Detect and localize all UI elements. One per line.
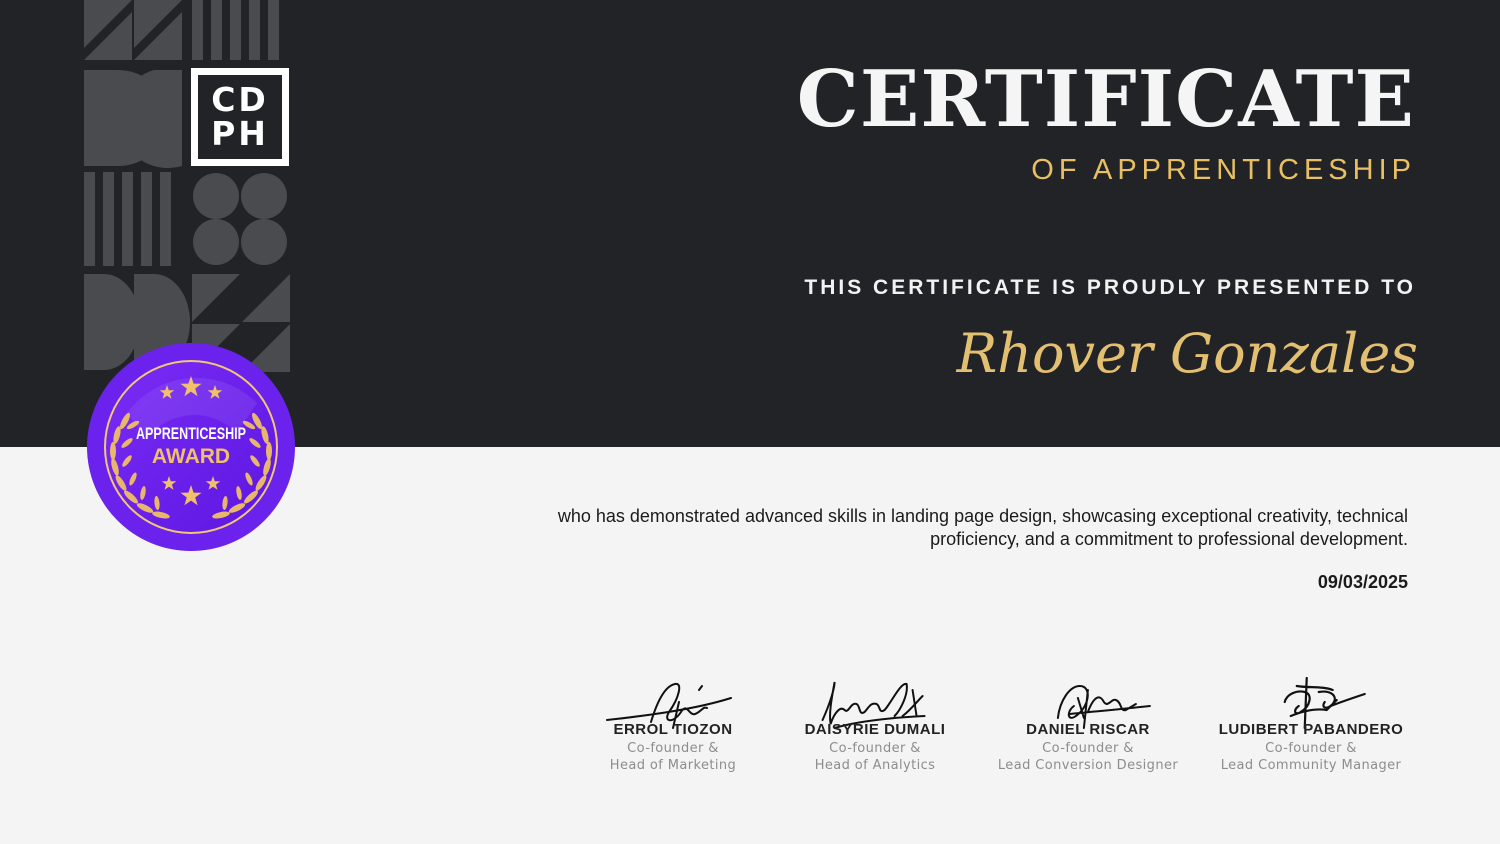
signatory-name: ERROL TIOZON <box>613 721 733 738</box>
certificate-title: CERTIFICATE <box>796 54 1415 145</box>
signatory-3: DANIEL RISCAR Co-founder & Lead Conversi… <box>998 672 1178 774</box>
achievement-description: who has demonstrated advanced skills in … <box>557 506 1408 549</box>
signatory-role-line2: Head of Analytics <box>814 758 936 773</box>
logo-text-top: CD <box>211 80 269 119</box>
signatory-role-line2: Head of Marketing <box>609 758 737 773</box>
badge-title: APPRENTICESHIP <box>136 424 246 443</box>
signatory-role-line1: Co-founder & <box>1042 741 1134 756</box>
issue-date: 09/03/2025 <box>1317 572 1408 592</box>
signatory-role-line2: Lead Community Manager <box>1220 758 1402 773</box>
signatory-4: LUDIBERT PABANDERO Co-founder & Lead Com… <box>1219 672 1404 774</box>
certificate-subtitle: OF APPRENTICESHIP <box>1031 154 1416 186</box>
signatory-name: DAISYRIE DUMALI <box>804 721 946 738</box>
signatory-role-line2: Lead Conversion Designer <box>997 758 1179 773</box>
presented-to-label: THIS CERTIFICATE IS PROUDLY PRESENTED TO <box>804 276 1416 299</box>
signatory-role-line1: Co-founder & <box>1265 741 1357 756</box>
recipient-name: Rhover Gonzales <box>956 322 1418 385</box>
apprenticeship-award-badge: APPRENTICESHIP AWARD <box>87 343 295 551</box>
signatory-name: LUDIBERT PABANDERO <box>1218 721 1404 738</box>
certificate-page: CD PH APPRENTICESHIP AWARD CERTIFICATE O… <box>0 0 1500 844</box>
signatory-1: ERROL TIOZON Co-founder & Head of Market… <box>603 672 743 774</box>
signatory-name: DANIEL RISCAR <box>1026 721 1150 738</box>
geometric-pattern-decoration <box>84 0 290 372</box>
logo-text-bottom: PH <box>211 114 269 153</box>
badge-subtitle: AWARD <box>152 445 230 468</box>
signatory-2: DAISYRIE DUMALI Co-founder & Head of Ana… <box>805 672 946 774</box>
signatory-role-line1: Co-founder & <box>627 741 719 756</box>
signatory-role-line1: Co-founder & <box>829 741 921 756</box>
cdph-logo: CD PH <box>191 68 289 166</box>
